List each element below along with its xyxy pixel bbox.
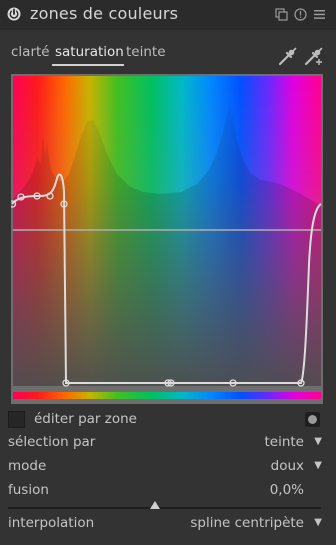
fusion-slider-track[interactable] (8, 507, 321, 509)
mode-label: mode (8, 458, 47, 474)
selection-by-value[interactable]: teinte (264, 434, 304, 450)
chevron-down-icon[interactable]: ▼ (314, 517, 322, 528)
tab-clarte[interactable]: clarté (11, 44, 50, 60)
module-header: zones de couleurs (0, 0, 336, 30)
presets-menu-icon[interactable] (313, 8, 326, 21)
reset-icon[interactable] (294, 8, 307, 21)
selection-by-label: sélection par (8, 434, 96, 450)
interpolation-value[interactable]: spline centripète (190, 515, 304, 531)
power-icon[interactable] (6, 6, 22, 22)
color-picker-area-icon[interactable] (302, 46, 324, 68)
multi-instance-icon[interactable] (275, 8, 288, 21)
edit-by-zone-label: éditer par zone (34, 411, 137, 427)
chevron-down-icon[interactable]: ▼ (314, 460, 322, 471)
zone-display-toggle-icon[interactable] (305, 412, 320, 427)
module-title: zones de couleurs (30, 4, 179, 23)
interpolation-dropdown[interactable]: interpolation spline centripète ▼ (0, 514, 336, 536)
tab-saturation[interactable]: saturation (55, 44, 124, 60)
hue-bar (13, 392, 321, 399)
chevron-down-icon[interactable]: ▼ (314, 436, 322, 447)
fusion-slider-row: fusion 0,0% (0, 481, 336, 503)
interpolation-label: interpolation (8, 515, 95, 531)
edit-by-zone-checkbox[interactable] (8, 411, 25, 428)
selection-by-dropdown[interactable]: sélection par teinte ▼ (0, 433, 336, 455)
color-zones-graph[interactable] (11, 74, 323, 404)
fusion-slider-handle[interactable] (150, 501, 161, 509)
tab-teinte[interactable]: teinte (126, 44, 166, 60)
mode-value[interactable]: doux (271, 458, 304, 474)
mode-dropdown[interactable]: mode doux ▼ (0, 457, 336, 479)
fusion-label: fusion (8, 482, 49, 498)
fusion-value[interactable]: 0,0% (270, 482, 304, 498)
active-tab-indicator (52, 64, 124, 66)
color-picker-icon[interactable] (276, 46, 298, 68)
